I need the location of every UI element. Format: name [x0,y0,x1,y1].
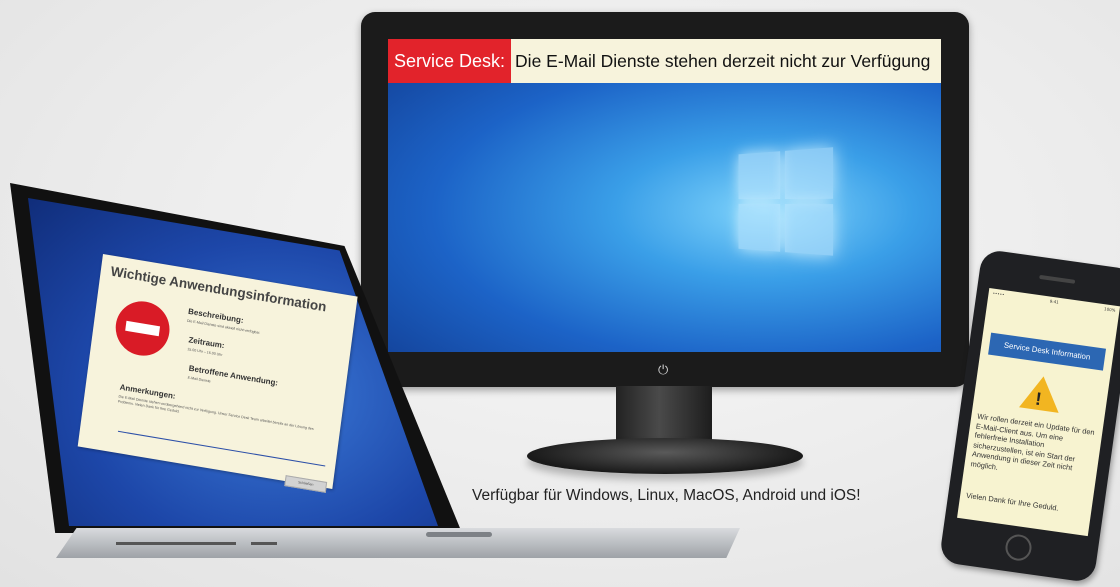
stop-sign-icon [112,297,173,360]
monitor-base [527,438,803,474]
phone-time: 9:41 [1049,298,1060,305]
carrier-signal: ••••• [992,290,1005,298]
banner-message: Die E-Mail Dienste stehen derzeit nicht … [515,50,931,71]
monitor-neck [616,386,712,440]
phone-status-bar: ••••• 9:41 100% [992,291,1115,313]
phone-message: Wir rollen derzeit ein Update für den E-… [970,411,1096,473]
desktop-monitor: Service Desk: Die E-Mail Dienste stehen … [361,12,969,387]
battery-level: 100% [1103,306,1116,313]
windows-logo-icon [738,147,835,257]
remarks-text: Die E-Mail Dienste stehen vorübergehend … [117,394,314,432]
laptop-base [56,528,740,558]
laptop-port [251,542,277,545]
phone-speaker [1039,274,1076,284]
laptop-slot [116,542,236,545]
power-icon[interactable]: ⏻ [658,363,668,378]
laptop-notch [426,532,492,537]
phone-screen: ••••• 9:41 100% Service Desk Information… [957,287,1120,537]
phone-banner: Service Desk Information [988,332,1107,371]
monitor-screen: Service Desk: Die E-Mail Dienste stehen … [388,39,941,352]
service-desk-banner: Service Desk: Die E-Mail Dienste stehen … [388,39,941,83]
platform-caption: Verfügbar für Windows, Linux, MacOS, And… [472,487,861,504]
banner-tag: Service Desk: [388,39,512,83]
home-button[interactable] [1003,532,1034,563]
phone-thanks: Vielen Dank für Ihre Geduld. [965,490,1060,513]
